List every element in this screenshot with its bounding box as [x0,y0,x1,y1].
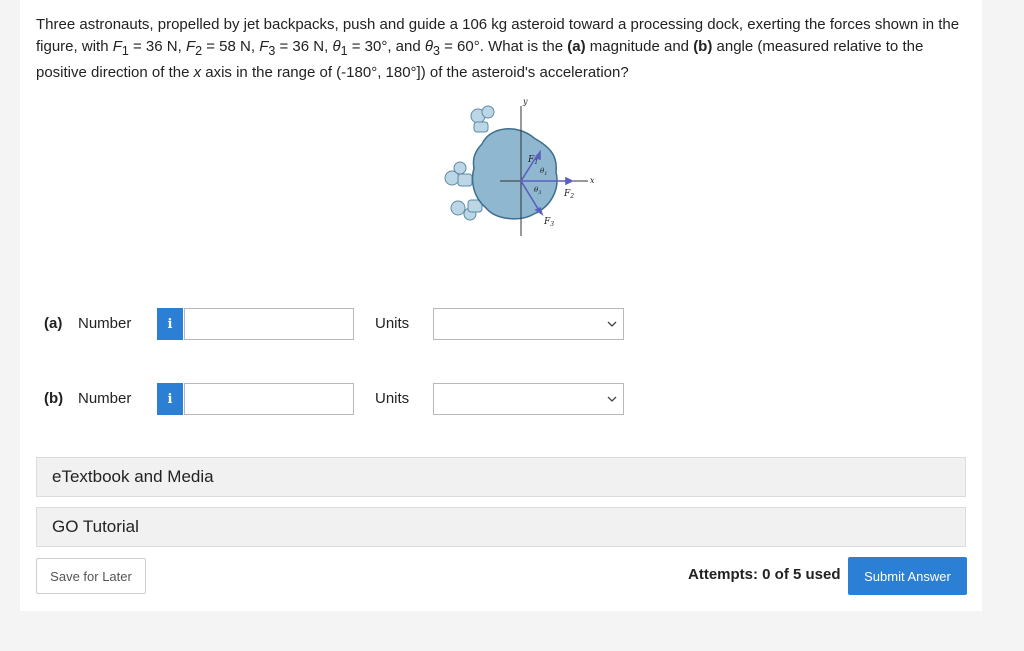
part-label: (b) [44,390,64,407]
astronaut-top [470,105,495,133]
units-select-b[interactable] [433,383,624,415]
y-axis-label: y [522,97,528,106]
astronaut-left [444,161,473,187]
chevron-down-icon [607,392,617,406]
go-tutorial-panel[interactable]: GO Tutorial [36,507,966,547]
chevron-down-icon [607,317,617,331]
attempts-counter: Attempts: 0 of 5 used [688,566,841,583]
number-label: Number [78,390,132,407]
question-card: Three astronauts, propelled by jet backp… [20,0,982,611]
save-for-later-button[interactable]: Save for Later [36,558,146,594]
info-icon[interactable]: i [157,308,183,340]
units-label: Units [375,315,410,332]
submit-answer-button[interactable]: Submit Answer [848,557,967,595]
number-input-a[interactable] [184,308,354,340]
part-label: (a) [44,315,63,332]
f3-label: F3 [543,217,554,228]
question-text: Three astronauts, propelled by jet backp… [36,16,960,81]
number-label: Number [78,315,132,332]
units-label: Units [375,390,410,407]
x-axis-label: x [590,176,595,185]
number-input-b[interactable] [184,383,354,415]
astronaut-bottom [450,199,483,221]
asteroid-diagram: y x F1 F2 F3 θ1 θ3 [444,97,595,236]
info-icon[interactable]: i [157,383,183,415]
answer-row-a: (a) Number i Units [20,308,982,340]
asteroid-figure: y x F1 F2 F3 θ1 θ3 [430,96,600,244]
f2-label: F2 [563,189,574,200]
units-select-a[interactable] [433,308,624,340]
etextbook-media-panel[interactable]: eTextbook and Media [36,457,966,497]
answer-row-b: (b) Number i Units [20,383,982,415]
